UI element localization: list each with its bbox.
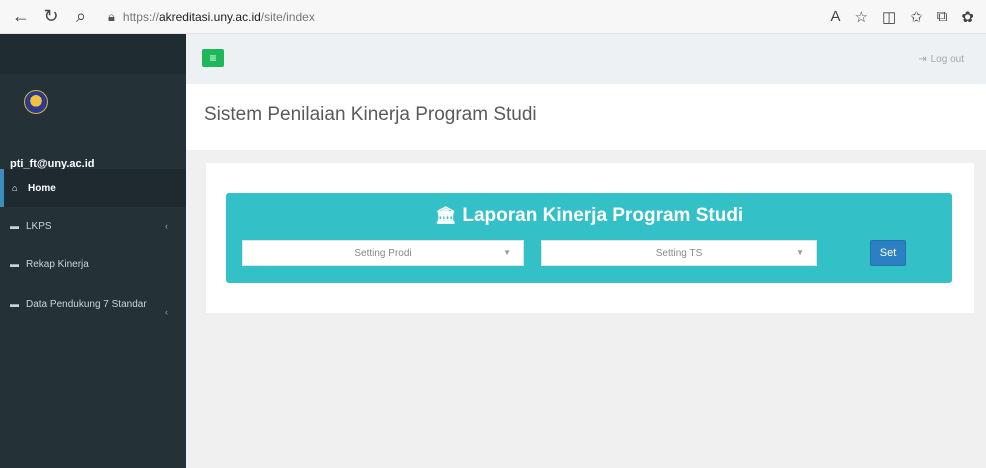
- hamburger-icon: ≡: [209, 51, 217, 65]
- sidebar-menu: ⌂ Home ▬ LKPS ‹ ▬ Rekap Kinerja ▬ Data P…: [0, 169, 186, 339]
- sidebar-header: [0, 34, 186, 74]
- content-box: 🏛︎ Laporan Kinerja Program Studi Setting …: [206, 163, 974, 313]
- address-bar[interactable]: 🔒︎ https://akreditasi.uny.ac.id/site/ind…: [108, 4, 830, 30]
- sidebar-item-label: Data Pendukung 7 Standar: [26, 299, 147, 310]
- setting-ts-select[interactable]: Setting TS ▼: [541, 240, 817, 266]
- page-header: Sistem Penilaian Kinerja Program Studi: [186, 84, 986, 150]
- favorite-icon[interactable]: ☆: [854, 8, 867, 26]
- banner-title: 🏛︎ Laporan Kinerja Program Studi: [226, 205, 952, 227]
- report-banner: 🏛︎ Laporan Kinerja Program Studi Setting …: [226, 193, 952, 283]
- lock-icon[interactable]: 🔒︎: [108, 9, 115, 25]
- banner-title-text: Laporan Kinerja Program Studi: [462, 205, 744, 226]
- chevron-left-icon: ‹: [165, 221, 168, 231]
- sidebar-item-label: Home: [28, 182, 56, 194]
- sidebar-toggle-button[interactable]: ≡: [202, 49, 224, 67]
- back-arrow-icon[interactable]: ←: [8, 4, 34, 30]
- main-content: 🏛︎ Laporan Kinerja Program Studi Setting …: [186, 150, 986, 468]
- url-protocol: https://: [122, 9, 159, 24]
- set-button[interactable]: Set: [870, 240, 906, 266]
- sidebar-item-data-pendukung[interactable]: ▬ Data Pendukung 7 Standar ‹: [0, 283, 186, 339]
- sidebar-item-home[interactable]: ⌂ Home: [0, 169, 186, 207]
- url-host: akreditasi.uny.ac.id: [158, 9, 261, 24]
- bank-icon: 🏛︎: [434, 206, 457, 225]
- sidebar-item-rekap-kinerja[interactable]: ▬ Rekap Kinerja: [0, 245, 186, 283]
- chevron-down-icon: ▼: [503, 248, 511, 257]
- sidebar-item-label: LKPS: [26, 220, 52, 232]
- home-icon: ⌂: [12, 183, 18, 193]
- top-navbar: ≡ ⇥ Log out: [186, 34, 986, 84]
- url-path: /site/index: [260, 9, 315, 24]
- read-aloud-icon[interactable]: A: [830, 8, 840, 25]
- favorites-list-icon[interactable]: ✩: [910, 8, 923, 26]
- sidebar: pti_ft@uny.ac.id ⌂ Home ▬ LKPS ‹ ▬ Rekap…: [0, 34, 186, 468]
- chevron-down-icon: ▼: [796, 248, 804, 257]
- collections-icon[interactable]: ⧉: [937, 8, 948, 25]
- refresh-icon[interactable]: ↻: [38, 4, 64, 30]
- split-screen-icon[interactable]: ◫: [882, 8, 896, 26]
- logout-icon: ⇥: [918, 54, 927, 65]
- university-logo-icon: [24, 90, 48, 114]
- logout-link[interactable]: ⇥ Log out: [918, 54, 964, 65]
- sidebar-item-lkps[interactable]: ▬ LKPS ‹: [0, 207, 186, 245]
- browser-toolbar: ← ↻ ⌕ 🔒︎ https://akreditasi.uny.ac.id/si…: [0, 0, 986, 34]
- browser-tools: A ☆ ◫ ✩ ⧉ ✿: [830, 8, 974, 26]
- select-value: Setting Prodi: [354, 247, 412, 259]
- extension-icon[interactable]: ✿: [961, 8, 974, 26]
- setting-prodi-select[interactable]: Setting Prodi ▼: [242, 240, 524, 266]
- select-value: Setting TS: [655, 247, 703, 259]
- chevron-left-icon: ‹: [165, 307, 168, 317]
- sidebar-item-label: Rekap Kinerja: [26, 258, 89, 270]
- search-icon[interactable]: ⌕: [68, 4, 94, 30]
- logout-label: Log out: [930, 54, 964, 65]
- page-title: Sistem Penilaian Kinerja Program Studi: [204, 104, 537, 125]
- briefcase-icon: ▬: [10, 299, 19, 309]
- briefcase-icon: ▬: [10, 221, 19, 231]
- briefcase-icon: ▬: [10, 259, 19, 269]
